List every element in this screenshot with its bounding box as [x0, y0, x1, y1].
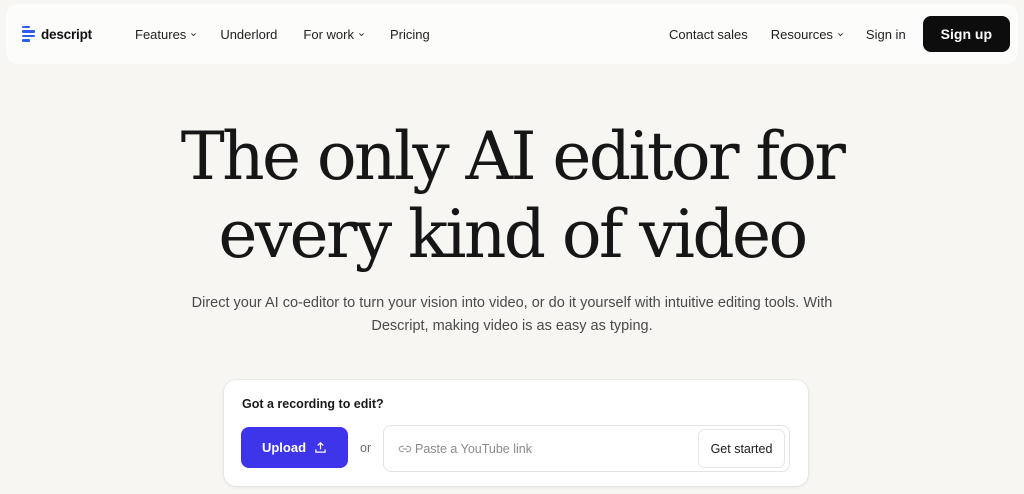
nav-item-label: For work [303, 26, 354, 42]
nav-secondary-links: Contact sales Resources Sign in Sign up [669, 4, 1010, 64]
nav-item-label: Resources [770, 26, 833, 42]
hero-subtext: Direct your AI co-editor to turn your vi… [172, 292, 852, 338]
nav-item-resources[interactable]: Resources [771, 27, 844, 42]
nav-item-label: Sign in [865, 26, 906, 42]
nav-item-sign-in[interactable]: Sign in [866, 27, 906, 42]
nav-item-features[interactable]: Features [135, 27, 197, 42]
or-label: or [360, 441, 372, 455]
nav-item-label: Pricing [389, 26, 430, 42]
subtext-line-1: Direct your AI co-editor to turn your vi… [191, 295, 833, 311]
descript-logo-icon [22, 26, 36, 42]
nav-item-label: Features [135, 26, 187, 42]
chevron-down-icon [359, 32, 364, 36]
page: descript Features Underlord For work Pri… [0, 0, 1024, 494]
nav-item-for-work[interactable]: For work [303, 27, 365, 42]
nav-item-pricing[interactable]: Pricing [390, 27, 430, 42]
upload-icon [315, 442, 326, 453]
nav-item-label: Underlord [220, 26, 278, 42]
card-title: Got a recording to edit? [242, 397, 384, 411]
headline-line-1: The only AI editor for [180, 118, 846, 195]
headline-line-2: every kind of video [218, 196, 808, 273]
nav-item-label: Contact sales [669, 26, 748, 42]
upload-card: Got a recording to edit? Upload or Get s… [224, 380, 808, 486]
get-started-button[interactable]: Get started [698, 429, 785, 468]
subtext-line-2: Descript, making video is as easy as typ… [371, 318, 653, 334]
youtube-link-input[interactable] [415, 438, 685, 460]
upload-button[interactable]: Upload [241, 427, 348, 468]
nav-item-underlord[interactable]: Underlord [220, 27, 277, 42]
top-navigation: descript Features Underlord For work Pri… [6, 4, 1018, 64]
hero-headline: The only AI editor for every kind of vid… [0, 118, 1024, 274]
nav-item-contact-sales[interactable]: Contact sales [669, 27, 748, 42]
link-icon [398, 445, 412, 453]
chevron-down-icon [838, 32, 843, 36]
logo-text: descript [41, 26, 92, 42]
chevron-down-icon [191, 32, 197, 36]
descript-logo[interactable]: descript [22, 26, 92, 42]
upload-button-label: Upload [261, 440, 307, 455]
nav-primary-links: Features Underlord For work Pricing [135, 4, 430, 64]
youtube-link-field: Get started [383, 425, 790, 472]
sign-up-button[interactable]: Sign up [922, 16, 1010, 52]
